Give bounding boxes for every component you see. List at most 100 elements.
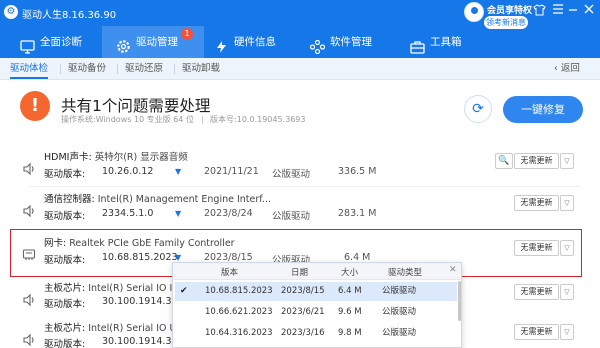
driver-version-label: 驱动版本:	[44, 169, 86, 180]
apps-icon	[309, 35, 326, 55]
subtab-driver-uninstall[interactable]: 驱动卸载	[182, 58, 220, 79]
driver-category: 主板芯片:	[44, 323, 86, 334]
minimize-icon[interactable]	[566, 4, 580, 18]
close-icon[interactable]: ✕	[449, 265, 457, 275]
network-card-icon	[22, 248, 36, 262]
version-option-row[interactable]: 10.66.621.2023 2023/6/21 9.6 M 公版驱动	[175, 303, 457, 322]
driver-version-label: 驱动版本:	[44, 211, 86, 222]
claim-news-badge[interactable]: 领考新消息	[484, 16, 528, 29]
chevron-down-icon: ▽	[564, 199, 570, 207]
driver-row: 通信控制器: Intel(R) Management Engine Interf…	[18, 190, 583, 234]
driver-date: 2023/8/24	[204, 208, 253, 219]
monitor-icon	[20, 35, 35, 54]
warning-icon: !	[20, 91, 50, 121]
no-update-button[interactable]: 无需更新	[514, 284, 559, 300]
main-nav: 全面诊断 驱动管理 1 硬件信息 软件管理 工具箱	[0, 26, 600, 58]
close-icon[interactable]	[582, 4, 596, 18]
vip-privilege-link[interactable]: 会员享特权	[487, 3, 532, 16]
tab-hardware-info[interactable]: 硬件信息	[208, 26, 298, 58]
driver-version: 10.26.0.12	[102, 166, 154, 177]
more-options-button[interactable]: ▽	[560, 240, 574, 256]
no-update-button[interactable]: 无需更新	[514, 153, 559, 169]
user-avatar[interactable]	[464, 2, 484, 22]
subtab-driver-restore[interactable]: 驱动还原	[125, 58, 163, 79]
refresh-button[interactable]: ⟳	[464, 95, 492, 123]
version-option-row[interactable]: ✔ 10.68.815.2023 2023/8/15 6.4 M 公版驱动	[175, 282, 457, 301]
chevron-down-icon: ▽	[564, 157, 570, 165]
more-options-button[interactable]: ▽	[560, 284, 574, 300]
tab-full-diagnosis[interactable]: 全面诊断	[14, 26, 102, 58]
driver-name: Intel(R) Serial IO I...	[88, 283, 182, 294]
back-link[interactable]: ‹ 返回	[554, 58, 580, 79]
menu-icon[interactable]	[551, 4, 565, 18]
notification-badge: 1	[181, 28, 193, 40]
version-option-row[interactable]: 10.64.316.2023 2023/3/16 9.8 M 公版驱动	[175, 324, 457, 343]
version-dropdown-icon[interactable]: ▼	[175, 253, 181, 262]
speaker-icon	[22, 204, 36, 218]
app-logo-icon: ⚙	[4, 5, 18, 19]
tab-toolbox[interactable]: 工具箱	[404, 26, 484, 58]
more-options-button[interactable]: ▽	[560, 324, 574, 340]
popup-scrollbar[interactable]	[458, 281, 461, 321]
shirt-icon[interactable]	[532, 4, 546, 18]
version-dropdown-icon[interactable]: ▼	[175, 167, 181, 176]
sub-nav: 驱动体检 驱动备份 驱动还原 驱动卸载 ‹ 返回	[0, 58, 600, 80]
search-button[interactable]: 🔍	[495, 153, 513, 169]
driver-category: 网卡:	[44, 238, 67, 249]
refresh-icon: ⟳	[472, 101, 484, 117]
driver-category: 通信控制器:	[44, 194, 95, 205]
version-dropdown-icon[interactable]: ▼	[175, 209, 181, 218]
driver-category: 主板芯片:	[44, 283, 86, 294]
driver-name: 英特尔(R) 显示器音频	[94, 152, 188, 163]
chevron-down-icon: ▽	[564, 244, 570, 252]
chevron-down-icon: ▽	[564, 288, 570, 296]
subnav-divider	[174, 64, 175, 74]
gear-icon	[116, 35, 131, 53]
row-divider	[30, 186, 580, 187]
version-dropdown-popup: 版本 日期 大小 驱动类型 ✕ ✔ 10.68.815.2023 2023/8/…	[172, 262, 462, 348]
driver-name: Intel(R) Management Engine Interf...	[97, 194, 271, 205]
driver-version: 10.68.815.2023	[102, 252, 178, 263]
column-header-type: 驱动类型	[388, 268, 423, 278]
driver-version: 30.100.1914.3	[102, 336, 172, 347]
subtab-driver-backup[interactable]: 驱动备份	[68, 58, 106, 79]
no-update-button[interactable]: 无需更新	[514, 324, 559, 340]
system-info: 操作系统:Windows 10 专业版 64 位 版本号:10.0.19045.…	[61, 115, 306, 124]
driver-type: 公版驱动	[272, 169, 311, 180]
no-update-button[interactable]: 无需更新	[514, 240, 559, 256]
subnav-divider	[117, 64, 118, 74]
column-header-date: 日期	[291, 268, 309, 278]
chevron-left-icon: ‹	[554, 63, 561, 74]
search-icon: 🔍	[498, 156, 510, 166]
driver-category: HDMI声卡:	[44, 152, 92, 163]
driver-name: Realtek PCIe GbE Family Controller	[69, 238, 235, 249]
driver-size: 336.5 M	[338, 166, 377, 177]
page-title: 共有1个问题需要处理	[61, 97, 211, 115]
no-update-button[interactable]: 无需更新	[514, 195, 559, 211]
chevron-down-icon: ▽	[564, 328, 570, 336]
driver-version-label: 驱动版本:	[44, 299, 86, 310]
column-header-version: 版本	[221, 268, 239, 278]
toolbox-icon	[410, 35, 425, 54]
speaker-icon	[22, 293, 36, 307]
subnav-divider	[60, 64, 61, 74]
driver-size: 283.1 M	[338, 208, 377, 219]
tab-software-management[interactable]: 软件管理	[304, 26, 394, 58]
speaker-icon	[22, 162, 36, 176]
speaker-icon	[22, 333, 36, 347]
app-title: 驱动人生8.16.36.90	[22, 10, 117, 21]
driver-version-label: 驱动版本:	[44, 339, 86, 348]
one-click-fix-button[interactable]: 一键修复	[503, 96, 583, 123]
driver-name: Intel(R) Serial IO U...	[88, 323, 186, 334]
driver-version: 2334.5.1.0	[102, 208, 154, 219]
more-options-button[interactable]: ▽	[560, 195, 574, 211]
version-table-header: 版本 日期 大小 驱动类型 ✕	[173, 263, 461, 280]
driver-type: 公版驱动	[272, 211, 311, 222]
tab-driver-management[interactable]: 驱动管理 1	[102, 26, 204, 58]
driver-date: 2021/11/21	[204, 166, 259, 177]
driver-version-label: 驱动版本:	[44, 255, 86, 266]
more-options-button[interactable]: ▽	[560, 153, 574, 169]
subtab-driver-check[interactable]: 驱动体检	[10, 58, 49, 79]
chip-icon	[214, 35, 229, 53]
column-header-size: 大小	[341, 268, 359, 278]
